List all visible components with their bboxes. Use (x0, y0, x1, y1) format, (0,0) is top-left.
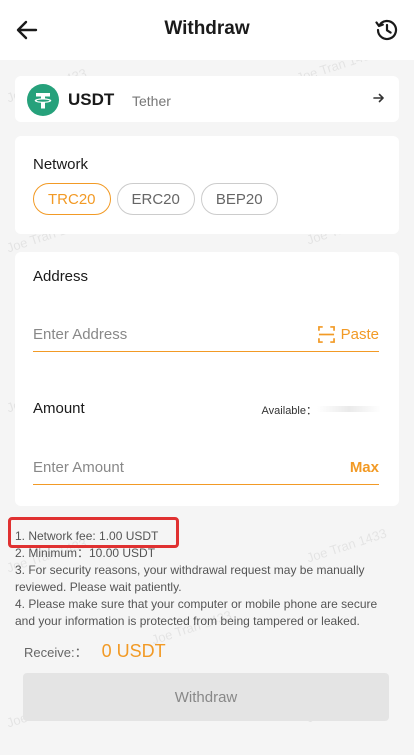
note-item: 3. For security reasons, your withdrawal… (15, 563, 365, 594)
network-option-erc20[interactable]: ERC20 (116, 183, 195, 215)
arrow-right-icon (373, 93, 384, 103)
network-option-trc20[interactable]: TRC20 (33, 183, 111, 215)
network-option-bep20[interactable]: BEP20 (200, 183, 278, 215)
coin-name: Tether (132, 93, 171, 109)
withdraw-form: Address Paste Amount Available： Max (15, 252, 399, 506)
coin-selector[interactable]: USDT Tether (15, 76, 399, 122)
receive-label: Receive:： (24, 645, 88, 660)
app-header: Withdraw (0, 0, 414, 60)
network-fee-highlight (8, 517, 179, 548)
receive-value: 0 USDT (101, 641, 166, 661)
paste-label: Paste (340, 326, 379, 343)
network-options: TRC20 ERC20 BEP20 (33, 183, 278, 215)
receive-summary: Receive:： 0 USDT (24, 641, 166, 662)
tether-logo-icon (27, 84, 59, 116)
coin-symbol: USDT (68, 90, 115, 109)
note-item: 4. Please make sure that your computer o… (15, 597, 378, 628)
address-label: Address (33, 268, 89, 285)
network-section: Network TRC20 ERC20 BEP20 (15, 136, 399, 234)
network-label: Network (33, 156, 89, 173)
scan-icon (317, 326, 335, 343)
max-button[interactable]: Max (350, 459, 379, 476)
amount-input[interactable] (33, 451, 379, 485)
amount-label: Amount (33, 400, 85, 417)
paste-button[interactable]: Paste (317, 326, 379, 343)
withdraw-button[interactable]: Withdraw (23, 673, 389, 721)
page-title: Withdraw (164, 18, 250, 39)
available-label: Available： (261, 405, 317, 417)
history-icon[interactable] (374, 17, 400, 43)
available-balance (317, 406, 381, 412)
